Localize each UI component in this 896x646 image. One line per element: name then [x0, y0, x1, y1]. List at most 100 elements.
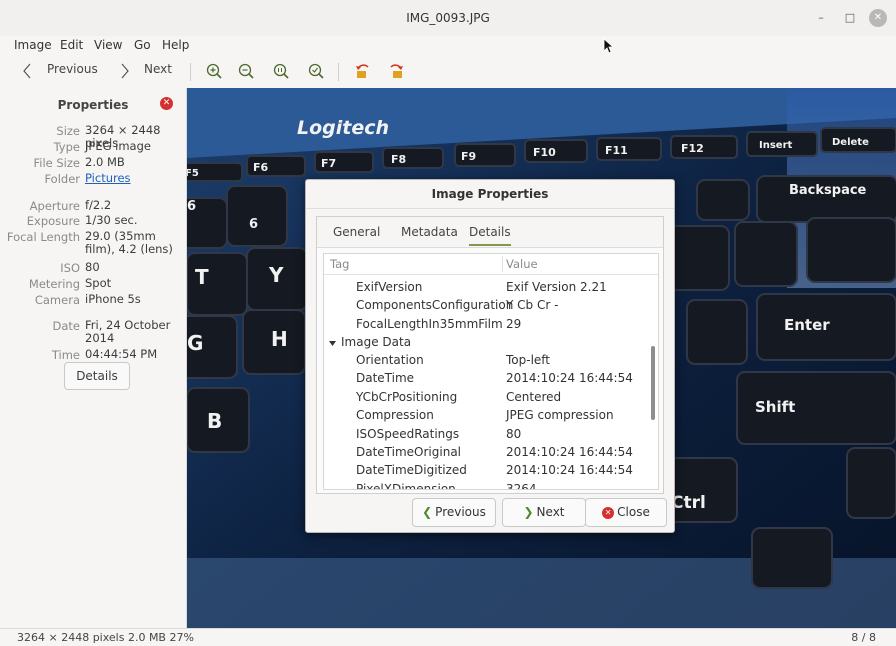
menu-edit[interactable]: Edit [60, 38, 83, 52]
previous-button-label: Previous [435, 505, 486, 519]
key-enter: Enter [784, 316, 830, 334]
status-image-info: 3264 × 2448 pixels 2.0 MB 27% [17, 631, 194, 644]
zoom-fit-icon[interactable] [307, 62, 325, 80]
chevron-right-icon [121, 63, 129, 79]
tree-row[interactable]: YCbCrPositioning Centered [324, 390, 644, 408]
tree-row[interactable]: PixelXDimension 3264 [324, 482, 644, 490]
tree-row[interactable]: Orientation Top-left [324, 353, 644, 371]
zoom-in-icon[interactable] [205, 62, 223, 80]
menu-image[interactable]: Image [14, 38, 52, 52]
key-h: H [271, 327, 288, 351]
key-f6: F6 [253, 161, 269, 174]
window-title: IMG_0093.JPG [406, 11, 490, 25]
prop-key: Aperture [29, 199, 80, 213]
menu-help[interactable]: Help [162, 38, 189, 52]
next-button[interactable]: Next [118, 56, 176, 86]
toolbar-separator [338, 63, 339, 81]
close-window-button[interactable]: ✕ [869, 9, 887, 27]
key-f7: F7 [321, 157, 336, 170]
key-shift: Shift [755, 398, 795, 416]
key-f12: F12 [681, 142, 704, 155]
rotate-left-icon[interactable] [354, 62, 372, 80]
tag-name: DateTimeOriginal [356, 445, 462, 459]
key-f9: F9 [461, 150, 476, 163]
close-icon: ✕ [602, 506, 615, 519]
close-sidebar-icon[interactable]: ✕ [160, 97, 173, 110]
prop-key: Focal Length [6, 230, 80, 244]
prop-value: Fri, 24 October 2014 [85, 318, 171, 345]
tag-name: FocalLengthIn35mmFilm [356, 317, 503, 331]
prop-value: 2.0 MB [85, 155, 125, 169]
previous-button[interactable]: Previous [18, 56, 98, 86]
zoom-out-icon[interactable] [237, 62, 255, 80]
tag-value: 3264 [506, 482, 537, 490]
key-f5: F5 [187, 168, 199, 179]
rotate-right-icon[interactable] [387, 62, 405, 80]
tree-group-row[interactable]: Image Data [324, 335, 644, 353]
key-f11: F11 [605, 144, 628, 157]
key-f10: F10 [533, 146, 556, 159]
dialog-close-button[interactable]: ✕ Close [585, 498, 667, 527]
tree-row[interactable]: Compression JPEG compression [324, 408, 644, 426]
tag-name: Orientation [356, 353, 424, 367]
dialog-previous-button[interactable]: ❮ Previous [412, 498, 496, 527]
next-button-label: Next [536, 505, 565, 519]
tag-name: YCbCrPositioning [356, 390, 458, 404]
tree-row[interactable]: ISOSpeedRatings 80 [324, 427, 644, 445]
tree-row[interactable]: ComponentsConfiguration Y Cb Cr - [324, 298, 644, 316]
key-t: T [195, 265, 209, 289]
details-button[interactable]: Details [64, 362, 130, 390]
key-b: B [207, 409, 222, 433]
key-insert: Insert [759, 140, 793, 151]
prop-key: Metering [28, 277, 80, 291]
tab-details[interactable]: Details [469, 225, 511, 246]
key-backspace: Backspace [789, 183, 867, 198]
tag-name: ISOSpeedRatings [356, 427, 460, 441]
tree-scrollbar[interactable] [647, 274, 657, 488]
tree-row[interactable]: DateTimeOriginal 2014:10:24 16:44:54 [324, 445, 644, 463]
minimize-button[interactable]: – [812, 9, 830, 27]
prop-key: Time [51, 348, 80, 362]
tag-value: 2014:10:24 16:44:54 [506, 371, 633, 385]
folder-link[interactable]: Pictures [85, 172, 185, 185]
tab-general[interactable]: General [333, 225, 380, 239]
prop-value: f/2.2 [85, 198, 112, 212]
details-tree[interactable]: Tag Value ExifVersion Exif Version 2.21 C… [323, 253, 659, 490]
image-properties-dialog: Image Properties General Metadata Detail… [305, 179, 675, 533]
tree-header: Tag Value [324, 254, 658, 275]
zoom-original-icon[interactable] [272, 62, 290, 80]
tag-value: 2014:10:24 16:44:54 [506, 463, 633, 477]
tag-name: ExifVersion [356, 280, 423, 294]
tag-value: 29 [506, 317, 522, 331]
prop-key: Size [56, 124, 80, 138]
menu-view[interactable]: View [94, 38, 122, 52]
status-bar: 3264 × 2448 pixels 2.0 MB 27% 8 / 8 [0, 628, 896, 646]
prop-value: iPhone 5s [85, 292, 141, 306]
previous-label: Previous [47, 62, 98, 76]
tab-bar: General Metadata Details [317, 217, 663, 248]
tree-row[interactable]: FocalLengthIn35mmFilm 29 [324, 317, 644, 335]
prop-key: Type [53, 140, 80, 154]
key-6: 6 [249, 217, 258, 232]
column-value[interactable]: Value [506, 257, 538, 271]
menu-bar: Image Edit View Go Help [0, 36, 896, 56]
key-g: G [187, 331, 203, 355]
maximize-button[interactable]: □ [841, 9, 859, 27]
prop-value: 1/30 sec. [85, 213, 138, 227]
tag-value: Y Cb Cr - [506, 298, 559, 312]
dialog-next-button[interactable]: ❯ Next [502, 498, 586, 527]
tree-row[interactable]: DateTime 2014:10:24 16:44:54 [324, 371, 644, 389]
tree-row[interactable]: ExifVersion Exif Version 2.21 [324, 280, 644, 298]
menu-go[interactable]: Go [134, 38, 151, 52]
key-6-left: 6 [187, 199, 196, 214]
properties-sidebar: Properties ✕ Size 3264 × 2448 pixels Type… [0, 88, 187, 628]
toolbar: Previous Next [0, 56, 896, 89]
column-tag[interactable]: Tag [330, 257, 349, 271]
expander-down-icon[interactable] [328, 339, 337, 348]
properties-notebook: General Metadata Details Tag Value ExifV… [316, 216, 664, 494]
scrollbar-thumb[interactable] [651, 346, 655, 420]
prop-value: 04:44:54 PM [85, 347, 158, 361]
tab-metadata[interactable]: Metadata [401, 225, 458, 239]
tree-row[interactable]: DateTimeDigitized 2014:10:24 16:44:54 [324, 463, 644, 481]
prop-key: Exposure [26, 214, 80, 228]
